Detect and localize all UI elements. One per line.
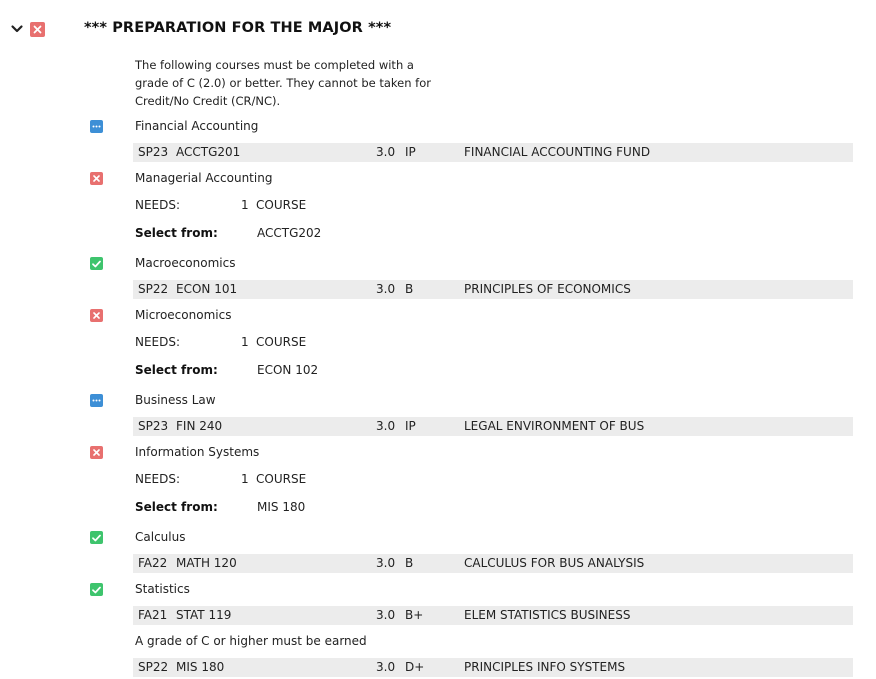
course-row[interactable]: SP23 FIN 240 3.0 IP LEGAL ENVIRONMENT OF…	[133, 417, 853, 436]
course-term: FA22	[138, 556, 168, 570]
course-credits: 3.0	[376, 282, 396, 296]
course-grade: B+	[405, 608, 424, 622]
select-from-course-link[interactable]: ECON 102	[257, 363, 318, 377]
course-row[interactable]: SP22 ECON 101 3.0 B PRINCIPLES OF ECONOM…	[133, 280, 853, 299]
select-from-label: Select from:	[135, 500, 218, 514]
course-title: CALCULUS FOR BUS ANALYSIS	[464, 556, 645, 570]
course-grade: B	[405, 556, 414, 570]
needs-count: 1	[241, 335, 249, 349]
course-grade: IP	[405, 419, 416, 433]
course-credits: 3.0	[376, 556, 396, 570]
requirement-label: Calculus	[135, 530, 186, 544]
needs-label: NEEDS:	[135, 335, 181, 349]
not-complete-icon	[90, 446, 103, 459]
needs-row: NEEDS: 1 COURSE	[135, 198, 435, 214]
requirement-label: Microeconomics	[135, 308, 232, 322]
select-from-row: Select from: ACCTG202	[135, 226, 435, 242]
requirement-label: Information Systems	[135, 445, 260, 459]
course-title: PRINCIPLES OF ECONOMICS	[464, 282, 631, 296]
requirement-label: Business Law	[135, 393, 216, 407]
block-title: *** PREPARATION FOR THE MAJOR ***	[84, 20, 392, 36]
course-term: SP23	[138, 419, 169, 433]
course-code: FIN 240	[176, 419, 223, 433]
course-term: SP22	[138, 660, 169, 674]
select-from-row: Select from: ECON 102	[135, 363, 435, 379]
course-row[interactable]: SP23 ACCTG201 3.0 IP FINANCIAL ACCOUNTIN…	[133, 143, 853, 162]
needs-unit: COURSE	[256, 472, 307, 486]
course-code: ECON 101	[176, 282, 238, 296]
course-grade: D+	[405, 660, 425, 674]
course-row[interactable]: FA22 MATH 120 3.0 B CALCULUS FOR BUS ANA…	[133, 554, 853, 573]
select-from-row: Select from: MIS 180	[135, 500, 435, 516]
select-from-course-link[interactable]: MIS 180	[257, 500, 305, 514]
needs-count: 1	[241, 198, 249, 212]
block-description: The following courses must be completed …	[135, 58, 431, 108]
needs-unit: COURSE	[256, 335, 307, 349]
course-code: MIS 180	[176, 660, 225, 674]
complete-icon	[90, 257, 103, 270]
needs-unit: COURSE	[256, 198, 307, 212]
course-title: FINANCIAL ACCOUNTING FUND	[464, 145, 651, 159]
course-title: LEGAL ENVIRONMENT OF BUS	[464, 419, 645, 433]
not-complete-icon	[30, 22, 45, 37]
course-row[interactable]: FA21 STAT 119 3.0 B+ ELEM STATISTICS BUS…	[133, 606, 853, 625]
requirement-label: Macroeconomics	[135, 256, 236, 270]
complete-icon	[90, 583, 103, 596]
course-code: ACCTG201	[176, 145, 241, 159]
course-credits: 3.0	[376, 608, 396, 622]
course-term: SP22	[138, 282, 169, 296]
requirement-label: Statistics	[135, 582, 190, 596]
course-row[interactable]: SP22 MIS 180 3.0 D+ PRINCIPLES INFO SYST…	[133, 658, 853, 677]
course-grade: IP	[405, 145, 416, 159]
course-credits: 3.0	[376, 419, 396, 433]
course-code: MATH 120	[176, 556, 237, 570]
in-progress-icon	[90, 120, 103, 133]
not-complete-icon	[90, 309, 103, 322]
requirement-label: Financial Accounting	[135, 119, 259, 133]
needs-row: NEEDS: 1 COURSE	[135, 335, 435, 351]
in-progress-icon	[90, 394, 103, 407]
requirement-label: Managerial Accounting	[135, 171, 273, 185]
course-credits: 3.0	[376, 145, 396, 159]
course-code: STAT 119	[176, 608, 232, 622]
select-from-label: Select from:	[135, 226, 218, 240]
needs-count: 1	[241, 472, 249, 486]
needs-row: NEEDS: 1 COURSE	[135, 472, 435, 488]
course-title: PRINCIPLES INFO SYSTEMS	[464, 660, 626, 674]
needs-label: NEEDS:	[135, 472, 181, 486]
course-credits: 3.0	[376, 660, 396, 674]
requirement-note: A grade of C or higher must be earned	[135, 634, 367, 648]
course-term: SP23	[138, 145, 169, 159]
course-grade: B	[405, 282, 414, 296]
select-from-label: Select from:	[135, 363, 218, 377]
complete-icon	[90, 531, 103, 544]
collapse-chevron-icon[interactable]	[10, 22, 24, 36]
select-from-course-link[interactable]: ACCTG202	[257, 226, 321, 240]
course-term: FA21	[138, 608, 168, 622]
not-complete-icon	[90, 172, 103, 185]
course-title: ELEM STATISTICS BUSINESS	[464, 608, 631, 622]
needs-label: NEEDS:	[135, 198, 181, 212]
